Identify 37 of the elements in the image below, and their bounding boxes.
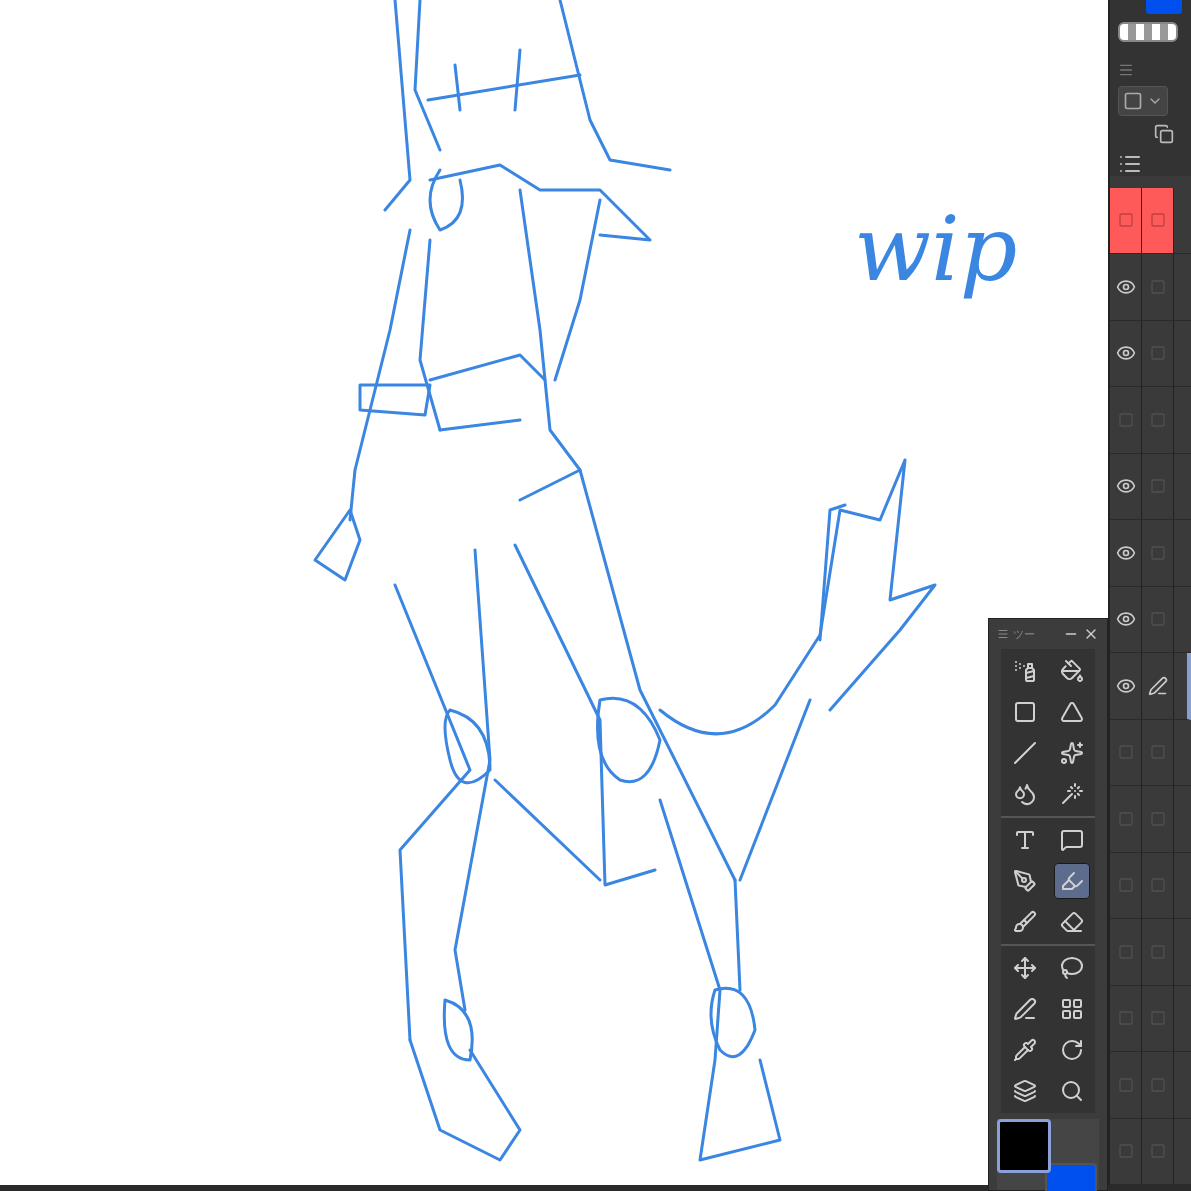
shape-dropdown[interactable] xyxy=(1118,86,1168,116)
eyedropper-icon xyxy=(1012,1038,1037,1062)
palette-title: ツー xyxy=(1013,626,1036,642)
tool-button[interactable] xyxy=(1053,863,1090,899)
empty-square-icon xyxy=(1149,212,1166,229)
droplets-icon xyxy=(1012,782,1037,806)
pen-icon xyxy=(1012,869,1037,893)
rotate-icon xyxy=(1059,1038,1084,1062)
pen-icon xyxy=(1147,675,1168,696)
main-color-swatch[interactable] xyxy=(997,1119,1051,1173)
frame-grid-icon xyxy=(1059,997,1084,1021)
sub-color-swatch[interactable] xyxy=(1045,1163,1097,1191)
line-icon xyxy=(1012,741,1037,765)
foreground-color-swatch[interactable] xyxy=(1146,0,1182,14)
square-shape-icon xyxy=(1123,91,1143,111)
sketch-note: wip xyxy=(853,195,1019,303)
speech-balloon-icon xyxy=(1059,828,1084,852)
empty-square-icon xyxy=(1117,212,1134,229)
search-icon xyxy=(1059,1079,1084,1103)
eraser-icon xyxy=(1059,910,1084,934)
layer-select-icon xyxy=(1012,1079,1037,1103)
pen-line-icon xyxy=(1012,997,1037,1021)
spray-can-icon xyxy=(1012,659,1037,683)
move-icon xyxy=(1012,956,1037,980)
sparkle-icon xyxy=(1059,741,1084,765)
lasso-icon xyxy=(1059,956,1084,980)
layer-row[interactable] xyxy=(1110,187,1191,254)
transparent-color-swatch[interactable] xyxy=(1118,22,1178,42)
visibility-toggle[interactable] xyxy=(1110,187,1142,253)
magic-wand-icon xyxy=(1059,782,1084,806)
paint-bucket-icon xyxy=(1059,659,1084,683)
lock-toggle[interactable] xyxy=(1142,187,1174,253)
brush-icon xyxy=(1012,910,1037,934)
copy-layer-icon[interactable] xyxy=(1154,124,1174,144)
menu-icon[interactable] xyxy=(1118,62,1134,78)
marker-icon xyxy=(1059,869,1084,893)
menu-icon[interactable] xyxy=(997,628,1009,640)
